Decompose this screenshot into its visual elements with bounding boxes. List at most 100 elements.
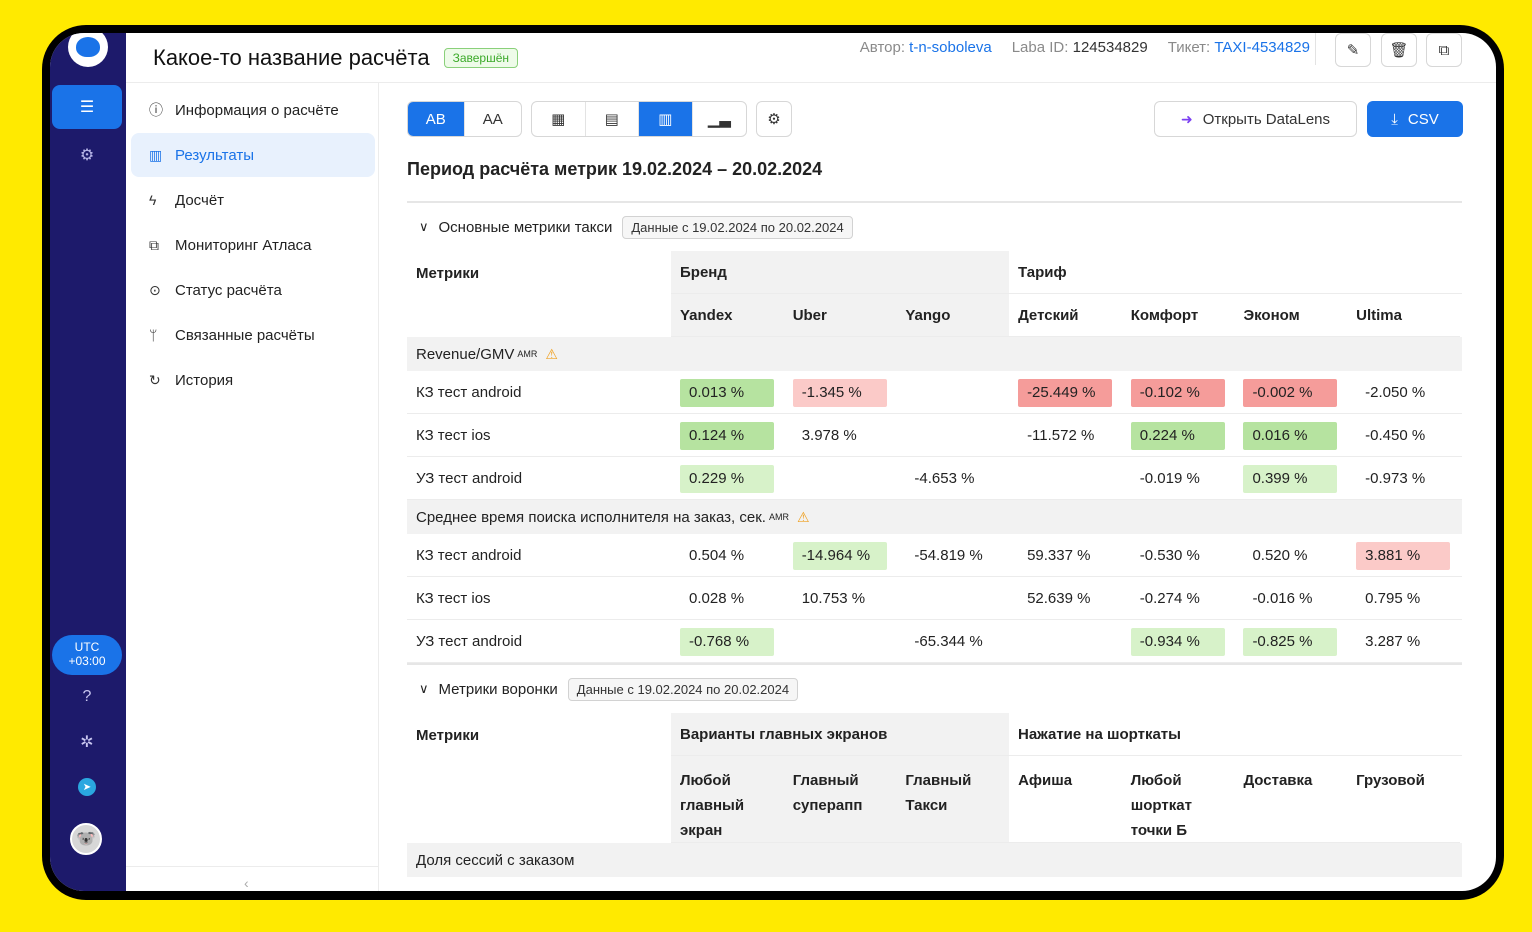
section-main-metrics[interactable]: ∨ Основные метрики такси Данные с 19.02.…: [407, 201, 1462, 251]
metrics-header: Метрики: [416, 265, 480, 282]
metric-value[interactable]: 0.028 %: [680, 585, 774, 613]
metric-value[interactable]: 3.881 %: [1356, 541, 1451, 570]
bug-icon[interactable]: ✲: [74, 729, 100, 755]
ab-tab[interactable]: AB: [408, 102, 465, 136]
metric-cell: -0.016 %: [1234, 577, 1347, 620]
metric-cell: -0.019 %: [1122, 457, 1235, 500]
date-range-chip: Данные с 19.02.2024 по 20.02.2024: [622, 215, 853, 239]
metric-value[interactable]: -1.345 %: [792, 378, 887, 407]
metric-value[interactable]: -2.050 %: [1356, 379, 1450, 407]
metric-value[interactable]: 3.978 %: [793, 422, 887, 450]
metric-value[interactable]: 0.229 %: [680, 464, 774, 493]
results-toolbar: AB AA ▦ ▤ ▥ ▁▃ ⚙ ➜ Открыть DataLens ⤓ CSV: [407, 101, 1463, 137]
edit-icon[interactable]: ✎: [1335, 33, 1371, 67]
list-icon[interactable]: ☰: [52, 85, 122, 129]
main-area: Какое-то название расчёта Завершён Автор…: [126, 33, 1496, 891]
nav-item-results[interactable]: ▥ Результаты: [131, 133, 375, 177]
block-header: Среднее время поиска исполнителя на зака…: [407, 500, 1462, 534]
ticket-link[interactable]: TAXI-4534829: [1214, 39, 1310, 56]
table-view-2-icon[interactable]: ▤: [586, 102, 639, 136]
metric-value[interactable]: -0.016 %: [1243, 585, 1337, 613]
metric-value[interactable]: 0.124 %: [680, 421, 774, 450]
aa-tab[interactable]: AA: [465, 102, 522, 136]
metric-cell: [1009, 620, 1122, 663]
metric-cell: -0.973 %: [1347, 457, 1460, 500]
section-title: Метрики воронки: [438, 680, 558, 698]
metric-value[interactable]: -0.450 %: [1356, 422, 1450, 450]
nav-item-recalc[interactable]: ϟ Досчёт: [131, 178, 375, 222]
column-header: Uber: [783, 294, 897, 337]
metric-cell: 0.520 %: [1234, 534, 1347, 577]
status-badge: Завершён: [443, 47, 519, 68]
metric-value[interactable]: -0.825 %: [1243, 627, 1338, 656]
metric-value[interactable]: -25.449 %: [1018, 378, 1113, 407]
metric-value[interactable]: -11.572 %: [1018, 422, 1112, 450]
metric-cell: -0.102 %: [1122, 371, 1235, 414]
metric-value[interactable]: 0.520 %: [1243, 542, 1337, 570]
column-groups: Варианты главных экранов Нажатие на шорт…: [671, 713, 1462, 843]
metric-value[interactable]: -0.973 %: [1356, 465, 1450, 493]
metric-value[interactable]: 59.337 %: [1018, 542, 1112, 570]
app-logo[interactable]: [68, 33, 108, 67]
nav-item-related[interactable]: ᛘ Связанные расчёты: [131, 313, 375, 357]
nav-item-atlas[interactable]: ⧉ Мониторинг Атласа: [131, 223, 375, 267]
avatar[interactable]: 🐨: [70, 823, 102, 855]
metric-value[interactable]: 10.753 %: [793, 585, 887, 613]
collapse-icon[interactable]: ‹: [244, 875, 249, 891]
author-link[interactable]: t-n-soboleva: [909, 39, 992, 56]
chevron-down-icon[interactable]: ∨: [419, 681, 429, 697]
trash-icon[interactable]: 🗑: [1381, 33, 1417, 67]
settings-button[interactable]: ⚙: [756, 101, 792, 137]
metric-value[interactable]: 0.795 %: [1356, 585, 1450, 613]
chart-view-icon[interactable]: ▁▃: [693, 102, 747, 136]
metric-value[interactable]: 0.399 %: [1243, 464, 1338, 493]
metric-cell: 10.753 %: [784, 577, 897, 620]
metric-cell: -0.768 %: [671, 620, 784, 663]
metric-value[interactable]: -65.344 %: [905, 628, 999, 656]
metric-value[interactable]: 0.504 %: [680, 542, 774, 570]
metric-value[interactable]: -0.102 %: [1130, 378, 1225, 407]
metric-value[interactable]: -0.019 %: [1131, 465, 1225, 493]
nav-label: Информация о расчёте: [175, 101, 339, 119]
metric-cell: -0.530 %: [1122, 534, 1235, 577]
warning-icon: ⚠: [796, 508, 810, 525]
metric-value[interactable]: 3.287 %: [1356, 628, 1450, 656]
csv-download-button[interactable]: ⤓ CSV: [1367, 101, 1463, 137]
column-header: Доставка: [1234, 756, 1348, 843]
block-header: Revenue/GMV AMR ⚠: [407, 337, 1462, 371]
row-label: КЗ тест ios: [416, 427, 491, 444]
metric-value[interactable]: -14.964 %: [792, 541, 887, 570]
gear-icon[interactable]: ⚙: [52, 133, 122, 177]
chevron-down-icon[interactable]: ∨: [419, 219, 429, 235]
metric-value[interactable]: 0.224 %: [1130, 421, 1225, 450]
metric-cell: [896, 371, 1009, 414]
metric-value[interactable]: -0.274 %: [1131, 585, 1225, 613]
table-view-3-icon[interactable]: ▥: [639, 102, 693, 136]
metric-value[interactable]: -4.653 %: [905, 465, 999, 493]
metric-value[interactable]: 0.016 %: [1243, 421, 1338, 450]
metric-value[interactable]: -0.530 %: [1131, 542, 1225, 570]
metric-value[interactable]: 52.639 %: [1018, 585, 1112, 613]
nav-item-info[interactable]: ⓘ Информация о расчёте: [131, 88, 375, 132]
page-title: Какое-то название расчёта: [153, 44, 430, 70]
metric-value[interactable]: 0.013 %: [680, 378, 774, 407]
metric-value[interactable]: -54.819 %: [905, 542, 999, 570]
table-row: КЗ тест ios 0.028 % 10.753 % 52.639 % -0.274…: [407, 577, 1462, 620]
open-datalens-button[interactable]: ➜ Открыть DataLens: [1154, 101, 1357, 137]
help-icon[interactable]: ?: [74, 684, 100, 710]
section-funnel-metrics[interactable]: ∨ Метрики воронки Данные с 19.02.2024 по…: [407, 663, 1462, 713]
column-row: Любой главный экран Главный суперапп Главн…: [671, 756, 1462, 843]
copy-icon[interactable]: ⧉: [1426, 33, 1462, 67]
timezone-badge[interactable]: UTC +03:00: [52, 635, 122, 675]
nav-item-history[interactable]: ↻ История: [131, 358, 375, 402]
nav-item-status[interactable]: ⊙ Статус расчёта: [131, 268, 375, 312]
metric-value[interactable]: -0.002 %: [1243, 378, 1338, 407]
settings-gear-icon: ⚙: [767, 111, 781, 128]
metric-value[interactable]: -0.768 %: [680, 627, 774, 656]
column-header: Эконом: [1234, 294, 1348, 337]
metric-value[interactable]: -0.934 %: [1130, 627, 1225, 656]
info-icon: ⓘ: [149, 102, 163, 118]
telegram-icon[interactable]: ➤: [74, 774, 100, 800]
table-view-1-icon[interactable]: ▦: [532, 102, 586, 136]
metric-cell: -25.449 %: [1009, 371, 1122, 414]
